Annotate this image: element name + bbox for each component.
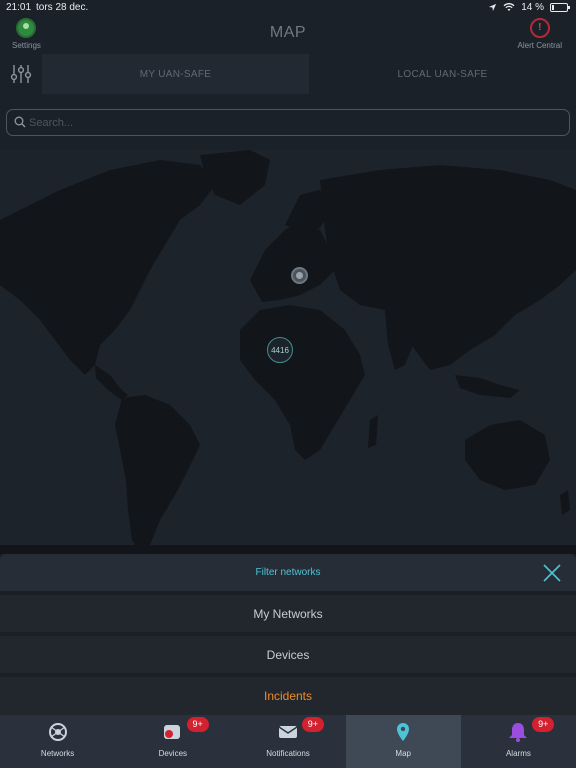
map-cluster-marker[interactable]: 4416 bbox=[267, 337, 293, 363]
alert-central-button[interactable]: ! Alert Central bbox=[518, 18, 562, 50]
battery-percent: 14 % bbox=[521, 2, 544, 13]
battery-fill bbox=[552, 5, 554, 10]
search-icon bbox=[14, 116, 26, 128]
tab-notifications-label: Notifications bbox=[266, 749, 310, 758]
tab-devices-label: Devices bbox=[158, 749, 188, 758]
devices-icon bbox=[163, 725, 180, 739]
bottom-tab-bar: Networks Devices 9+ Notifications 9+ Map… bbox=[0, 715, 576, 768]
filter-sheet: Filter networks My Networks Devices Inci… bbox=[0, 554, 576, 715]
status-bar: 21:01 tors 28 dec. 14 % bbox=[0, 0, 576, 16]
search-input[interactable] bbox=[29, 114, 549, 132]
wifi-icon bbox=[503, 3, 515, 11]
settings-button[interactable]: Settings bbox=[12, 18, 41, 50]
tab-map[interactable]: Map bbox=[345, 715, 461, 768]
filter-sheet-header: Filter networks bbox=[0, 554, 576, 591]
battery-icon bbox=[550, 3, 570, 12]
notifications-badge: 9+ bbox=[301, 717, 324, 732]
settings-label: Settings bbox=[12, 41, 41, 50]
alarms-badge: 9+ bbox=[532, 717, 555, 732]
page-title: MAP bbox=[269, 24, 307, 41]
alert-central-label: Alert Central bbox=[517, 41, 562, 50]
networks-icon bbox=[48, 723, 67, 741]
filter-sheet-title: Filter networks bbox=[255, 567, 321, 578]
segment-local-uan-safe[interactable]: LOCAL UAN-SAFE bbox=[309, 54, 576, 94]
search-bar bbox=[6, 109, 570, 136]
filter-option-devices[interactable]: Devices bbox=[0, 636, 576, 673]
tab-networks-label: Networks bbox=[40, 749, 75, 758]
sliders-icon[interactable] bbox=[10, 63, 32, 85]
alert-icon: ! bbox=[529, 18, 550, 38]
tab-alarms-label: Alarms bbox=[505, 749, 531, 758]
world-map[interactable]: 4416 bbox=[0, 150, 576, 554]
filter-option-incidents[interactable]: Incidents bbox=[0, 677, 576, 715]
top-header: MAP Settings ! Alert Central bbox=[0, 16, 576, 52]
tab-notifications[interactable]: Notifications 9+ bbox=[230, 715, 345, 768]
segmented-control: MY UAN-SAFE LOCAL UAN-SAFE bbox=[42, 54, 576, 94]
bell-icon bbox=[509, 723, 528, 742]
tab-map-label: Map bbox=[395, 749, 411, 758]
filter-option-my-networks[interactable]: My Networks bbox=[0, 595, 576, 632]
close-icon[interactable] bbox=[542, 563, 562, 583]
user-avatar-icon bbox=[16, 18, 37, 38]
status-time: 21:01 bbox=[6, 2, 32, 13]
location-arrow-icon bbox=[489, 3, 497, 12]
tab-networks[interactable]: Networks bbox=[0, 715, 115, 768]
status-date: tors 28 dec. bbox=[36, 2, 89, 13]
map-pin-icon bbox=[397, 723, 410, 741]
segment-my-uan-safe[interactable]: MY UAN-SAFE bbox=[42, 54, 309, 94]
segment-row: MY UAN-SAFE LOCAL UAN-SAFE bbox=[0, 54, 576, 94]
mail-icon bbox=[278, 726, 298, 738]
status-indicators: 14 % bbox=[488, 2, 570, 13]
map-location-pin[interactable] bbox=[291, 267, 308, 284]
tab-alarms[interactable]: Alarms 9+ bbox=[461, 715, 576, 768]
devices-badge: 9+ bbox=[186, 717, 209, 732]
tab-devices[interactable]: Devices 9+ bbox=[115, 715, 230, 768]
